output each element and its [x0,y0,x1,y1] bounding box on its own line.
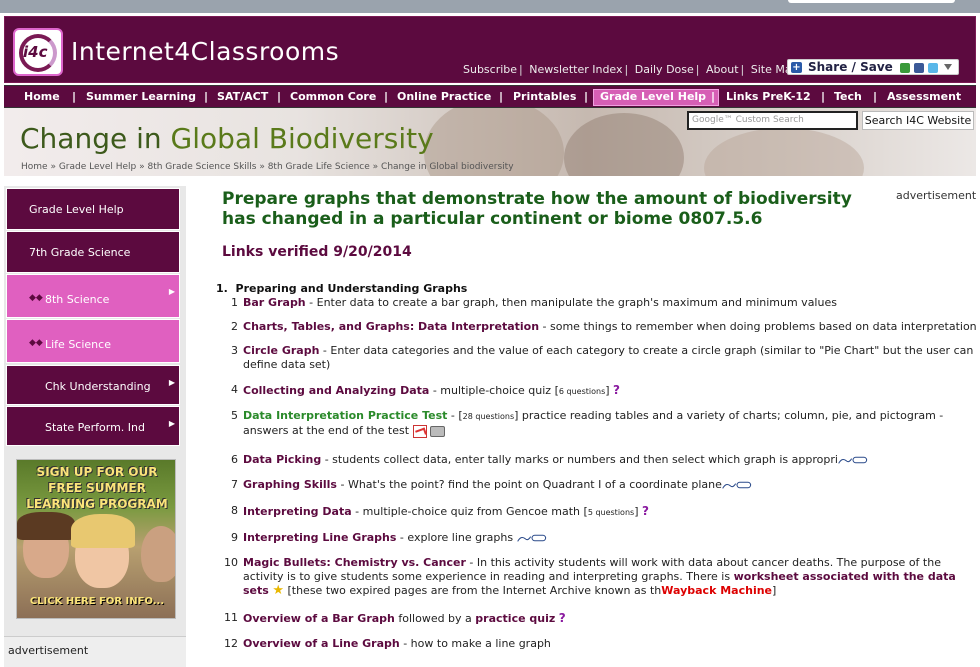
main-nav: Home | Summer Learning | SAT/ACT | Commo… [4,85,976,108]
site-logo[interactable]: i4c [13,28,63,76]
sidebar-item-label: State Perform. Ind [45,421,145,434]
facebook-icon [914,63,924,73]
star-icon: ★ [272,583,284,598]
chevron-right-icon: ▶ [168,378,175,387]
printer-icon [429,425,445,437]
promo-line: LEARNING PROGRAM [26,497,168,511]
resource-link-interpreting-line-graphs[interactable]: Interpreting Line Graphs [243,531,396,544]
resource-link-overview-line-graph[interactable]: Overview of a Line Graph [243,637,400,650]
search-button[interactable]: Search I4C Website [862,111,974,130]
breadcrumb-grade-level-help[interactable]: Grade Level Help [59,162,136,172]
link-newsletter-index[interactable]: Newsletter Index [529,63,622,76]
interactive-icon [516,534,546,542]
link-subscribe[interactable]: Subscribe [463,63,517,76]
resource-link-interpreting-data[interactable]: Interpreting Data [243,505,352,518]
promo-line: FREE SUMMER [48,481,146,495]
nav-common-core[interactable]: Common Core [290,90,376,103]
browser-top-strip [0,0,980,13]
email-icon [900,63,910,73]
breadcrumb-8th-grade-life-science[interactable]: 8th Grade Life Science [268,162,370,172]
share-label: Share / Save [808,60,893,74]
question-mark-icon: ? [641,504,649,518]
double-chevron-icon: ◆◆ [29,293,43,303]
resource-link-practice-quiz[interactable]: practice quiz [475,612,555,625]
banner-photo-shape [564,113,684,176]
sidebar-item-label: Life Science [45,338,111,351]
resource-link-wayback-machine[interactable]: Wayback Machine [661,584,772,597]
header-links: Subscribe | Newsletter Index | Daily Dose |… [463,63,799,76]
sidebar-item-label: 7th Grade Science [29,246,131,259]
question-mark-icon: ? [558,611,566,625]
nav-grade-level-help[interactable]: Grade Level Help [600,90,706,103]
site-name[interactable]: Internet4Classrooms [71,37,339,66]
sidebar-item-label: Chk Understanding [45,380,151,393]
page-title: Change in Global Biodiversity [20,122,434,155]
breadcrumb-home[interactable]: Home [21,162,48,172]
resource-link-data-picking[interactable]: Data Picking [243,453,321,466]
nav-home[interactable]: Home [24,90,60,103]
chevron-down-icon [944,64,952,70]
banner-photo-shape [704,128,864,176]
nav-tech[interactable]: Tech [834,90,862,103]
sidebar-advertisement: advertisement [4,636,186,667]
promo-cta: CLICK HERE FOR INFO... [29,596,165,607]
sidebar-item-8th-science[interactable]: ◆◆ 8th Science ▶ [6,274,180,318]
nav-summer-learning[interactable]: Summer Learning [86,90,196,103]
link-daily-dose[interactable]: Daily Dose [635,63,694,76]
share-save-button[interactable]: + Share / Save [787,59,959,75]
site-header: i4c Internet4Classrooms Subscribe | Newsl… [4,16,976,83]
promo-line: SIGN UP FOR OUR [36,465,158,479]
sidebar-item-grade-level-help[interactable]: Grade Level Help [6,188,180,230]
nav-printables[interactable]: Printables [513,90,576,103]
page-banner: Change in Global Biodiversity Home » Gra… [4,108,976,176]
resource-link-magic-bullets[interactable]: Magic Bullets: Chemistry vs. Cancer [243,556,466,569]
resource-link-overview-bar-graph[interactable]: Overview of a Bar Graph [243,612,395,625]
link-about[interactable]: About [706,63,739,76]
links-verified: Links verified 9/20/2014 [222,244,412,260]
resource-link-charts-tables-graphs[interactable]: Charts, Tables, and Graphs: Data Interpr… [243,320,539,333]
resource-link-collecting-analyzing-data[interactable]: Collecting and Analyzing Data [243,384,429,397]
logo-text: i4c [23,43,48,61]
chevron-right-icon: ▶ [168,287,175,296]
double-chevron-icon: ◆◆ [29,338,43,348]
breadcrumb-current: Change in Global biodiversity [381,162,514,172]
twitter-icon [928,63,938,73]
search-input[interactable]: Google™ Custom Search [687,111,858,130]
question-mark-icon: ? [613,383,621,397]
section-heading: 1. Preparing and Understanding Graphs [216,282,468,295]
sidebar-item-label: Grade Level Help [29,203,124,216]
interactive-icon [722,481,752,489]
resource-link-data-interpretation-practice-test[interactable]: Data Interpretation Practice Test [243,409,447,422]
main-heading: Prepare graphs that demonstrate how the … [222,189,852,229]
sidebar-item-7th-grade-science[interactable]: 7th Grade Science [6,231,180,273]
sidebar-item-chk-understanding[interactable]: Chk Understanding ▶ [6,365,180,405]
nav-assessment[interactable]: Assessment [887,90,961,103]
nav-sat-act[interactable]: SAT/ACT [217,90,268,103]
resource-link-graphing-skills[interactable]: Graphing Skills [243,478,337,491]
sidebar-item-label: 8th Science [45,293,110,306]
page: i4c Internet4Classrooms Subscribe | Newsl… [0,0,980,667]
interactive-icon [838,456,868,464]
promo-photo-shape [17,512,75,540]
nav-links-prek-12[interactable]: Links PreK-12 [726,90,811,103]
top-strip-box [788,0,955,3]
summer-learning-promo[interactable]: SIGN UP FOR OUR FREE SUMMER LEARNING PRO… [16,459,176,619]
pdf-icon [412,424,427,438]
plus-icon: + [791,62,802,73]
sidebar-item-state-perform-ind[interactable]: State Perform. Ind ▶ [6,406,180,446]
advertisement-label: advertisement [8,644,89,657]
breadcrumb-8th-grade-science-skills[interactable]: 8th Grade Science Skills [147,162,256,172]
sidebar: Grade Level Help 7th Grade Science ◆◆ 8t… [4,186,186,667]
advertisement-label: advertisement [896,189,977,202]
promo-photo-shape [71,514,135,548]
chevron-right-icon: ▶ [168,419,175,428]
breadcrumb: Home » Grade Level Help » 8th Grade Scie… [21,162,514,172]
resource-link-circle-graph[interactable]: Circle Graph [243,344,319,357]
nav-online-practice[interactable]: Online Practice [397,90,491,103]
promo-photo-shape [141,526,175,582]
resource-link-bar-graph[interactable]: Bar Graph [243,296,306,309]
sidebar-item-life-science[interactable]: ◆◆ Life Science [6,319,180,363]
